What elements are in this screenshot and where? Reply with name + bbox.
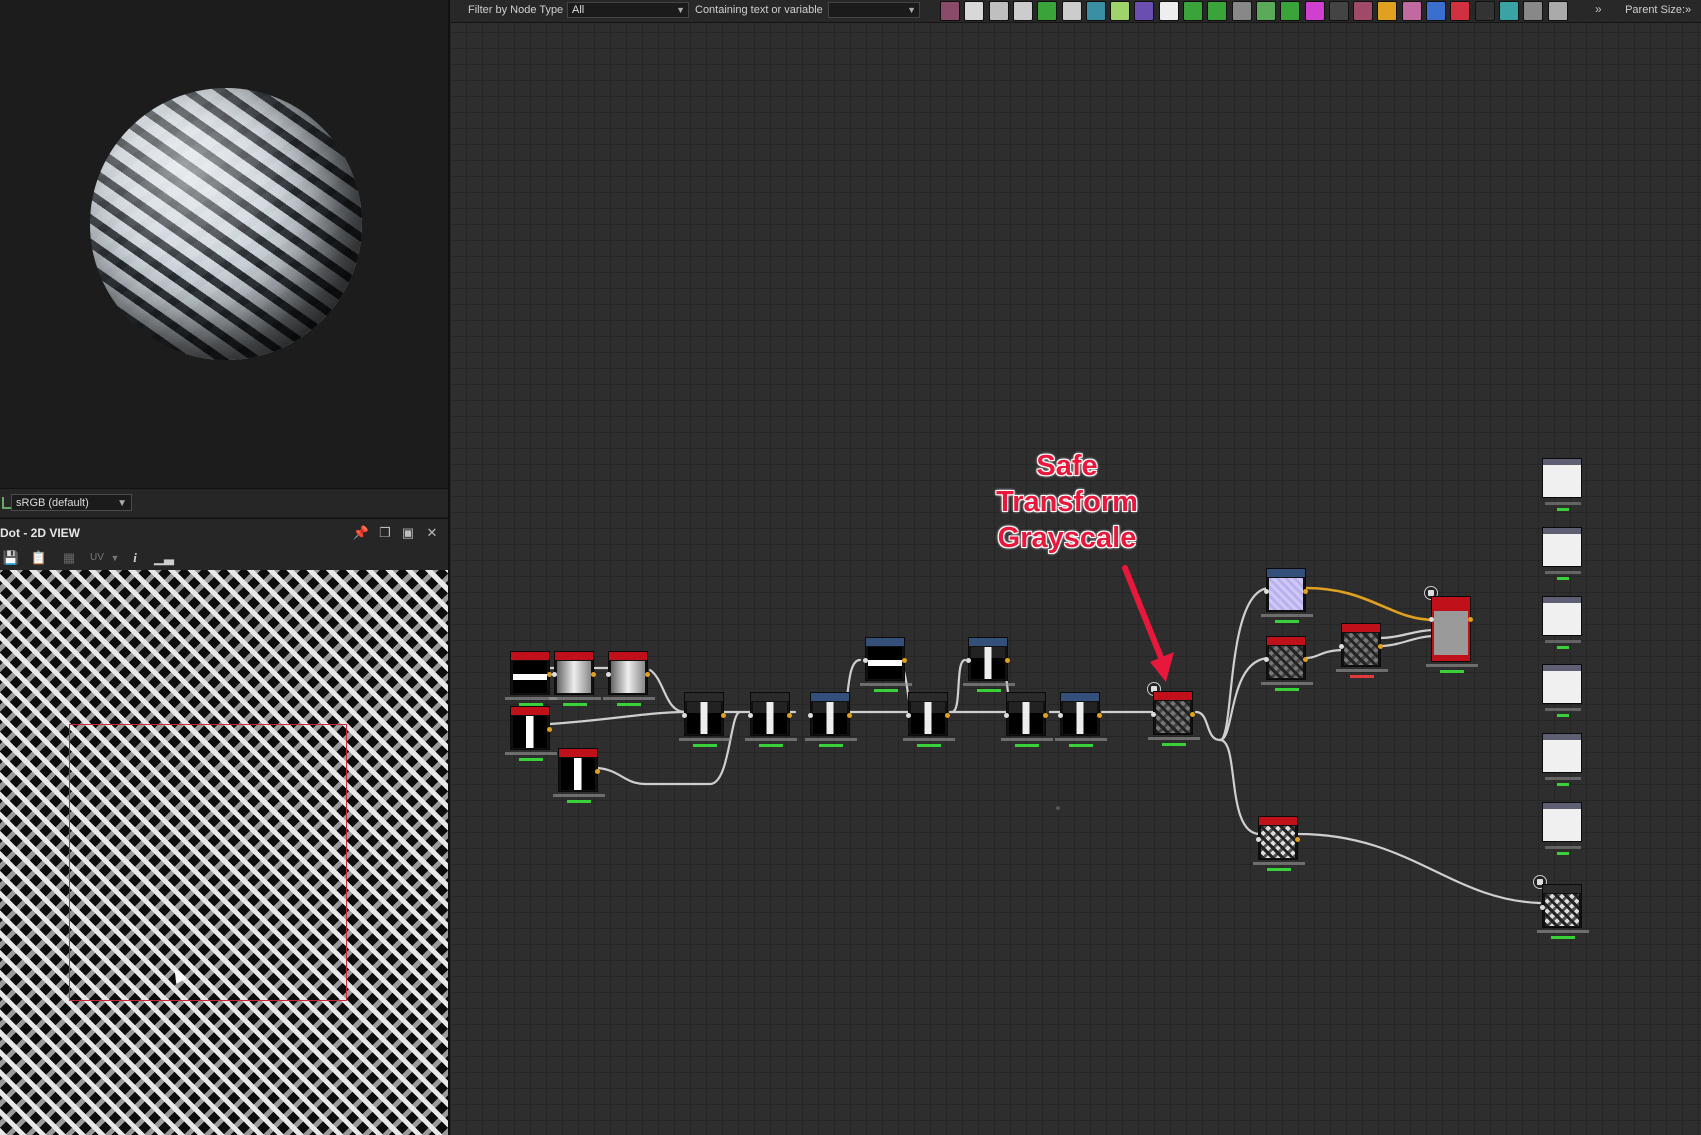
chevron-down-icon[interactable]: ▼ bbox=[106, 549, 124, 567]
output-node-height[interactable] bbox=[1542, 733, 1582, 786]
wire bbox=[1218, 656, 1272, 742]
wire bbox=[648, 668, 687, 714]
output-node-roughness[interactable] bbox=[1542, 596, 1582, 649]
colorspace-select[interactable]: sRGB (default) ▼ bbox=[11, 494, 132, 511]
annotation-line: Grayscale bbox=[997, 522, 1137, 554]
output-node-metallic[interactable] bbox=[1542, 664, 1582, 717]
node-gradient-1[interactable] bbox=[549, 651, 601, 706]
graph-editor[interactable]: Filter by Node Type All ▼ Containing tex… bbox=[450, 0, 1701, 1135]
annotation-line: Safe bbox=[1036, 450, 1098, 482]
annotation-line: Transform bbox=[996, 486, 1138, 518]
graph-dot bbox=[1056, 806, 1060, 810]
node-blend-1[interactable] bbox=[805, 692, 857, 747]
node-dot-pattern[interactable] bbox=[1253, 816, 1305, 871]
node-levels[interactable] bbox=[1336, 623, 1388, 678]
maximize-icon[interactable]: ▣ bbox=[399, 524, 417, 542]
wire-orange bbox=[1305, 586, 1436, 622]
annotation-arrow bbox=[1122, 565, 1165, 663]
node-connections bbox=[548, 565, 1542, 905]
save-icon[interactable]: 💾 bbox=[2, 549, 20, 567]
node-dot-output[interactable] bbox=[1537, 884, 1589, 939]
colorspace-bar: sRGB (default) ▼ bbox=[0, 488, 448, 517]
histogram-icon[interactable]: ▁▃ bbox=[154, 549, 174, 567]
wire bbox=[1303, 648, 1347, 660]
2d-view-header: Dot - 2D VIEW 📌 ❐ ▣ ✕ bbox=[0, 518, 448, 547]
node-transform-3[interactable] bbox=[903, 692, 955, 747]
wire bbox=[950, 658, 967, 714]
output-node-normal[interactable] bbox=[1542, 527, 1582, 580]
node-shape-vbar-2[interactable] bbox=[553, 748, 605, 803]
node-transform-2[interactable] bbox=[745, 692, 797, 747]
node-gradient-2[interactable] bbox=[603, 651, 655, 706]
wire bbox=[1194, 710, 1222, 742]
wire bbox=[1218, 586, 1272, 742]
node-blend-2[interactable] bbox=[1055, 692, 1107, 747]
2d-view-toolbar: 💾 📋 ▦ UV ▼ i ▁▃ bbox=[0, 546, 448, 570]
node-shape-vbar[interactable] bbox=[505, 706, 557, 761]
output-node-ao[interactable] bbox=[1542, 802, 1582, 855]
wire bbox=[1218, 738, 1262, 836]
uv-dropdown[interactable]: UV bbox=[86, 549, 108, 567]
close-icon[interactable]: ✕ bbox=[423, 524, 441, 542]
node-transform-4[interactable] bbox=[1001, 692, 1053, 747]
left-panel: sRGB (default) ▼ Dot - 2D VIEW 📌 ❐ ▣ ✕ 💾… bbox=[0, 0, 448, 1135]
node-transform-1[interactable] bbox=[679, 692, 731, 747]
node-shape-hbar[interactable] bbox=[505, 651, 557, 706]
wire bbox=[1296, 832, 1542, 905]
node-blend-color[interactable] bbox=[1426, 596, 1478, 673]
colorspace-value: sRGB (default) bbox=[16, 497, 89, 509]
info-icon[interactable]: i bbox=[126, 549, 144, 567]
output-node-basecolor[interactable] bbox=[1542, 458, 1582, 511]
preview-sphere bbox=[90, 88, 362, 360]
copy-icon[interactable]: 📋 bbox=[30, 549, 48, 567]
annotation-label: Safe Transform Grayscale bbox=[972, 448, 1162, 556]
chevron-down-icon: ▼ bbox=[117, 498, 127, 509]
node-blur-1[interactable] bbox=[860, 637, 912, 692]
node-grayscale-pattern[interactable] bbox=[1261, 636, 1313, 691]
node-blur-2[interactable] bbox=[963, 637, 1015, 692]
panel-title: Dot - 2D VIEW bbox=[0, 526, 80, 540]
selection-rectangle[interactable] bbox=[69, 724, 347, 1001]
pin-icon[interactable]: 📌 bbox=[352, 524, 370, 542]
3d-view[interactable] bbox=[0, 0, 448, 488]
2d-view-canvas[interactable] bbox=[0, 570, 448, 1135]
node-lilac-color[interactable] bbox=[1261, 568, 1313, 623]
export-icon[interactable]: ▦ bbox=[60, 549, 78, 567]
wire bbox=[548, 710, 687, 726]
float-window-icon[interactable]: ❐ bbox=[376, 524, 394, 542]
node-safe-transform-grayscale[interactable] bbox=[1148, 691, 1200, 746]
